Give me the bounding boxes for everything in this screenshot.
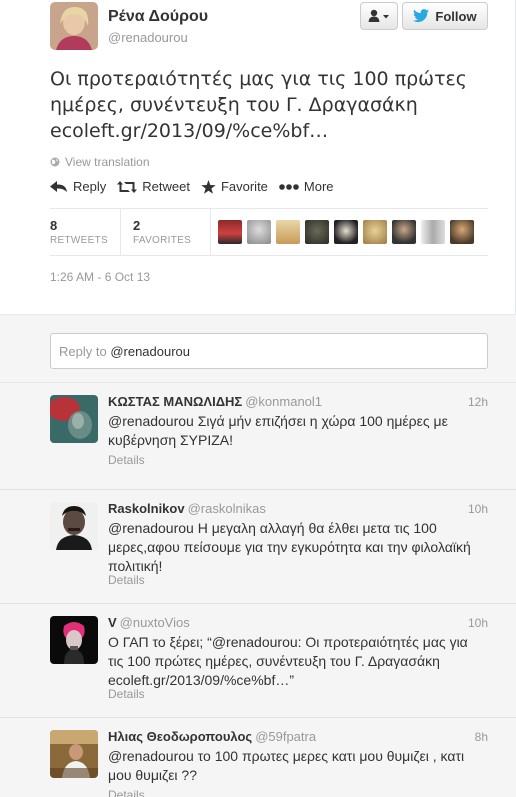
tweet-text: Οι προτεραιότητές μας για τις 100 πρώτες…	[50, 66, 480, 144]
reply-area: Reply to @renadourou	[0, 314, 516, 383]
reply-author-name[interactable]: Ηλιας Θεοδωροπουλος	[108, 729, 252, 744]
favorites-count: 2	[133, 218, 141, 233]
details-link[interactable]: Details	[108, 453, 145, 467]
retweeter-avatar[interactable]	[363, 220, 387, 244]
details-link[interactable]: Details	[108, 573, 145, 587]
avatar[interactable]	[50, 730, 98, 778]
avatar[interactable]	[50, 502, 98, 550]
retweet-label: Retweet	[142, 179, 190, 194]
retweeter-avatar[interactable]	[450, 220, 474, 244]
author-fullname[interactable]: Ρένα Δούρου	[108, 8, 208, 26]
reply-author-handle[interactable]: @raskolnikas	[188, 501, 266, 516]
details-link[interactable]: Details	[108, 788, 145, 797]
favorites-stat[interactable]: 2 FAVORITES	[120, 209, 210, 255]
follow-label: Follow	[435, 8, 477, 24]
tweet-text-line: Οι προτεραιότητές μας για τις 100 πρώτες	[50, 68, 467, 90]
avatar[interactable]	[50, 616, 98, 664]
more-action[interactable]: More	[279, 179, 334, 194]
reply-icon	[50, 180, 67, 192]
retweeter-avatar[interactable]	[392, 220, 416, 244]
reply-header: Ηλιας Θεοδωροπουλος @59fpatra	[108, 729, 316, 744]
reply-author-name[interactable]: ΚΩΣΤΑΣ ΜΑΝΩΛΙΔΗΣ	[108, 394, 242, 409]
twitter-bird-icon	[413, 9, 430, 23]
view-translation[interactable]: View translation	[50, 155, 150, 169]
reply-input-prefix: Reply to	[59, 344, 111, 359]
reply-time[interactable]: 10h	[468, 616, 488, 630]
tweet-text-line: ημέρες, συνέντευξη του Γ. Δραγασάκη	[50, 94, 418, 116]
user-icon	[368, 9, 389, 22]
retweet-icon	[117, 180, 138, 193]
reply-author-handle[interactable]: @nuxtoVios	[120, 615, 190, 630]
retweets-label: RETWEETS	[50, 235, 108, 246]
follow-button[interactable]: Follow	[402, 2, 488, 30]
details-link[interactable]: Details	[108, 687, 145, 701]
tweet-timestamp[interactable]: 1:26 AM - 6 Oct 13	[50, 270, 150, 284]
globe-icon	[50, 157, 60, 167]
more-dots-icon	[279, 183, 299, 190]
retweets-stat[interactable]: 8 RETWEETS	[50, 209, 120, 255]
avatar[interactable]	[50, 395, 98, 443]
reply-time[interactable]: 10h	[468, 502, 488, 516]
tweet-link[interactable]: ecoleft.gr/2013/09/%ce%bf…	[50, 118, 480, 144]
reply-author-handle[interactable]: @59fpatra	[255, 729, 316, 744]
retweeter-avatar[interactable]	[276, 220, 300, 244]
more-label: More	[303, 179, 334, 194]
author-username[interactable]: @renadourou	[108, 30, 188, 45]
user-actions-dropdown[interactable]	[360, 2, 398, 30]
favorite-label: Favorite	[220, 179, 268, 194]
tweet-stats: 8 RETWEETS 2 FAVORITES	[50, 208, 488, 256]
reply-author-name[interactable]: V	[108, 615, 117, 630]
reply-author-handle[interactable]: @konmanol1	[245, 394, 322, 409]
main-tweet: Ρένα Δούρου @renadourou Follow Οι προτερ…	[0, 0, 516, 314]
reply-author-name[interactable]: Raskolnikov	[108, 501, 185, 516]
favorite-action[interactable]: Favorite	[201, 179, 268, 194]
retweeter-avatar[interactable]	[305, 220, 329, 244]
reply-action[interactable]: Reply	[50, 179, 106, 194]
reply-text: Ο ΓΑΠ το ξέρει; “@renadourou: Οι προτερα…	[108, 634, 468, 688]
favorites-label: FAVORITES	[133, 235, 192, 246]
list-item[interactable]: V @nuxtoVios 10h Ο ΓΑΠ το ξέρει; “@renado…	[0, 604, 516, 718]
retweeter-avatar[interactable]	[247, 220, 271, 244]
retweeter-avatar[interactable]	[421, 220, 445, 244]
list-item[interactable]: ΚΩΣΤΑΣ ΜΑΝΩΛΙΔΗΣ @konmanol1 12h @renadour…	[0, 383, 516, 490]
replies-list: ΚΩΣΤΑΣ ΜΑΝΩΛΙΔΗΣ @konmanol1 12h @renadour…	[0, 383, 516, 797]
list-item[interactable]: Ηλιας Θεοδωροπουλος @59fpatra 8h @renadou…	[0, 718, 516, 797]
reply-text: @renadourou το 100 πρωτες μερες κατι μου…	[108, 748, 465, 783]
reply-label: Reply	[73, 179, 107, 194]
retweeter-avatars	[210, 209, 474, 255]
retweeter-avatar[interactable]	[334, 220, 358, 244]
list-item[interactable]: Raskolnikov @raskolnikas 10h @renadourou …	[0, 490, 516, 604]
reply-time[interactable]: 8h	[475, 730, 488, 744]
reply-text: @renadourou Η μεγαλη αλλαγή θα έλθει μετ…	[108, 520, 471, 574]
author-avatar[interactable]	[50, 2, 98, 50]
reply-header: ΚΩΣΤΑΣ ΜΑΝΩΛΙΔΗΣ @konmanol1	[108, 394, 322, 409]
retweeter-avatar[interactable]	[218, 220, 242, 244]
retweets-count: 8	[50, 218, 58, 233]
reply-input[interactable]: Reply to @renadourou	[50, 333, 488, 369]
star-icon	[201, 179, 216, 194]
reply-header: Raskolnikov @raskolnikas	[108, 501, 266, 516]
retweet-action[interactable]: Retweet	[117, 179, 190, 194]
reply-header: V @nuxtoVios	[108, 615, 190, 630]
reply-time[interactable]: 12h	[468, 395, 488, 409]
view-translation-label: View translation	[65, 155, 150, 169]
reply-input-mention: @renadourou	[110, 344, 191, 359]
tweet-actions: Reply Retweet Favorite More	[50, 179, 345, 194]
reply-text: @renadourou Σιγά μήν επιζήσει η χώρα 100…	[108, 413, 448, 448]
